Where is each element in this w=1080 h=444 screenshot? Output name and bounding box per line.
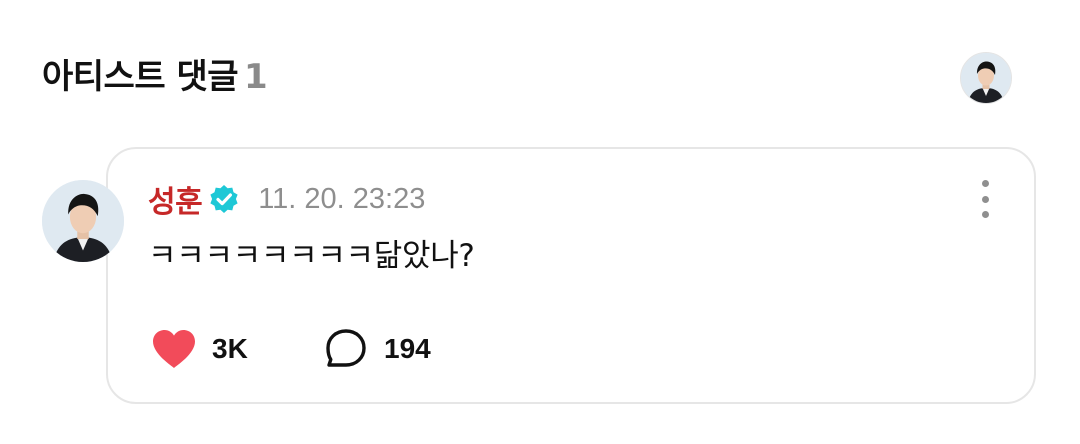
comment-text: ㅋㅋㅋㅋㅋㅋㅋㅋ닮았나? [148,238,475,274]
like-count: 3K [212,333,248,364]
artist-comments-page: 아티스트 댓글 1 성훈 11. 20. 23:23 ㅋㅋㅋㅋㅋㅋㅋㅋ닮았나? … [0,0,1080,444]
speech-bubble-icon [326,329,366,367]
reply-button[interactable]: 194 [324,328,431,370]
comment-author-avatar[interactable] [42,180,124,262]
author-avatar-image [42,180,124,262]
comment-count: 1 [244,57,268,97]
section-title: 아티스트 댓글 1 [42,54,268,100]
avatar-image [961,53,1011,103]
more-vertical-icon [981,180,989,187]
more-options-button[interactable] [968,180,1002,218]
section-title-text: 아티스트 댓글 [42,57,239,97]
heart-icon [153,330,195,368]
author-name[interactable]: 성훈 [148,177,203,221]
comment-timestamp: 11. 20. 23:23 [258,182,426,215]
more-vertical-icon-dot [981,211,989,218]
verified-badge-icon [208,183,240,215]
more-vertical-icon-dot [981,195,989,203]
header-avatar[interactable] [960,52,1012,104]
like-button[interactable]: 3K [150,328,248,370]
comment-meta: 성훈 11. 20. 23:23 [148,177,426,221]
reply-count: 194 [384,333,431,364]
